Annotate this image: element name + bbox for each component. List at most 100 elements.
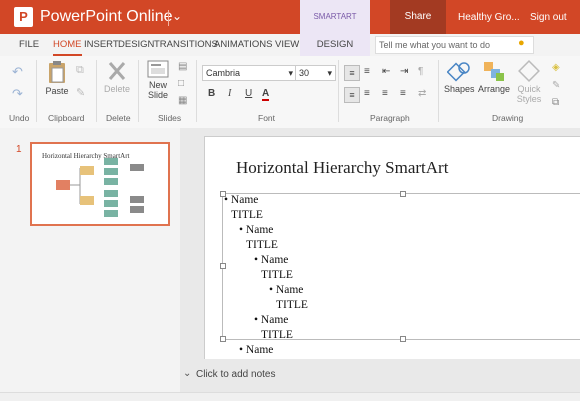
chevron-down-icon: ▾: [288, 68, 293, 78]
tab-insert[interactable]: INSERT: [84, 34, 119, 56]
shapes-icon: [447, 62, 470, 82]
lightbulb-icon: ●: [518, 37, 525, 49]
bullet-title-line[interactable]: TITLE: [261, 329, 293, 341]
shape-outline-icon[interactable]: ✎: [552, 80, 560, 91]
font-name-select[interactable]: Cambria ▾: [202, 65, 297, 81]
font-name-value: Cambria: [206, 68, 241, 78]
rtl-icon[interactable]: ¶: [418, 66, 423, 77]
tab-home[interactable]: HOME: [53, 34, 82, 56]
app-title[interactable]: PowerPoint Online: [40, 8, 173, 26]
arrange-button[interactable]: Arrange: [477, 60, 511, 94]
bullet-name-line[interactable]: • Name: [269, 284, 303, 296]
chevron-down-icon: ▾: [327, 68, 332, 78]
bullet-text: Name: [245, 224, 274, 236]
bullet-dot: •: [224, 194, 231, 206]
quick-styles-icon: [518, 60, 540, 82]
bullet-text: Name: [245, 344, 274, 356]
underline-button[interactable]: U: [245, 88, 252, 99]
shapes-button[interactable]: Shapes: [444, 60, 475, 94]
format-painter-icon[interactable]: ✎: [76, 86, 85, 99]
delete-button[interactable]: Delete: [102, 60, 132, 94]
smartart-tools-header: SMARTART TOOLS: [300, 0, 370, 55]
tab-file[interactable]: FILE: [19, 34, 39, 56]
bold-button[interactable]: B: [208, 88, 215, 99]
new-slide-icon: [147, 60, 169, 78]
bullet-dot: •: [269, 284, 276, 296]
bullet-text: Name: [275, 284, 304, 296]
text-direction-icon[interactable]: ⇄: [418, 88, 426, 99]
slide-title[interactable]: Horizontal Hierarchy SmartArt: [236, 158, 448, 178]
numbering-icon[interactable]: ≡: [364, 66, 370, 77]
tab-smartart-design[interactable]: DESIGN: [300, 34, 370, 56]
group-divider: [138, 60, 139, 122]
thumbnail-title: Horizontal Hierarchy SmartArt: [42, 152, 130, 160]
duplicate-slide-icon[interactable]: □: [178, 78, 184, 89]
bullet-title-line[interactable]: TITLE: [231, 209, 263, 221]
increase-indent-icon[interactable]: ⇥: [400, 66, 408, 77]
bullet-text: TITLE: [276, 299, 308, 311]
group-divider: [196, 60, 197, 122]
sign-out-link[interactable]: Sign out: [530, 12, 567, 23]
clipboard-icon: [49, 61, 65, 83]
notes-placeholder[interactable]: Click to add notes: [196, 369, 276, 380]
font-size-select[interactable]: 30 ▾: [295, 65, 336, 81]
paste-button[interactable]: Paste: [44, 60, 70, 96]
bullet-name-line[interactable]: • Name: [254, 254, 288, 266]
align-right-icon[interactable]: ≡: [382, 88, 388, 99]
tell-me-input[interactable]: Tell me what you want to do: [375, 36, 534, 54]
title-divider: [168, 10, 169, 26]
bullet-title-line[interactable]: TITLE: [276, 299, 308, 311]
chevron-down-icon[interactable]: ⌄: [183, 368, 191, 379]
arrange-icon: [484, 62, 504, 81]
justify-icon[interactable]: ≡: [400, 88, 406, 99]
font-group-label: Font: [258, 113, 276, 123]
tab-design[interactable]: DESIGN: [118, 34, 154, 56]
font-color-button[interactable]: A: [262, 88, 270, 101]
font-size-value: 30: [299, 68, 310, 78]
delete-label: Delete: [103, 84, 130, 94]
slides-group-label: Slides: [158, 113, 182, 123]
bullets-icon[interactable]: ≡: [344, 65, 360, 81]
undo-group-label: Undo: [9, 113, 30, 123]
quick-styles-button[interactable]: Quick Styles: [513, 60, 545, 104]
bullet-title-line[interactable]: TITLE: [246, 239, 278, 251]
tab-view[interactable]: VIEW: [275, 34, 299, 56]
duplicate-icon[interactable]: ⧉: [552, 97, 559, 108]
slide-number: 1: [16, 144, 22, 155]
document-name[interactable]: Healthy Gro...: [458, 12, 520, 23]
resize-handle[interactable]: [400, 191, 406, 197]
align-center-icon[interactable]: ≡: [364, 88, 370, 99]
resize-handle[interactable]: [220, 336, 226, 342]
bullet-name-line[interactable]: • Name: [254, 314, 288, 326]
new-slide-button[interactable]: New Slide: [144, 60, 172, 100]
bullet-name-line[interactable]: • Name: [224, 194, 258, 206]
group-divider: [36, 60, 37, 122]
tab-transitions[interactable]: TRANSITIONS: [154, 34, 218, 56]
bullet-text: TITLE: [231, 209, 263, 221]
share-button[interactable]: Share: [390, 0, 446, 34]
resize-handle[interactable]: [220, 263, 226, 269]
redo-icon[interactable]: ↷: [12, 86, 23, 102]
resize-handle[interactable]: [400, 336, 406, 342]
undo-icon[interactable]: ↶: [12, 64, 23, 80]
chevron-down-icon[interactable]: ⌄: [172, 9, 182, 23]
bullet-name-line[interactable]: • Name: [239, 224, 273, 236]
bullet-text: Name: [230, 194, 259, 206]
align-left-icon[interactable]: ≡: [344, 87, 360, 103]
copy-icon[interactable]: ⧉: [76, 64, 84, 77]
hide-slide-icon[interactable]: ▦: [178, 95, 187, 106]
group-divider: [438, 60, 439, 122]
new-slide-line1: New: [148, 80, 167, 90]
bullet-title-line[interactable]: TITLE: [261, 269, 293, 281]
decrease-indent-icon[interactable]: ⇤: [382, 66, 390, 77]
italic-button[interactable]: I: [228, 88, 231, 99]
bullet-name-line[interactable]: • Name: [239, 344, 273, 356]
shape-fill-icon[interactable]: ◈: [552, 62, 560, 73]
bullet-text: Name: [260, 254, 289, 266]
delete-group-label: Delete: [106, 113, 131, 123]
new-slide-line2: Slide: [147, 90, 168, 100]
powerpoint-logo-icon[interactable]: P: [14, 7, 33, 27]
paste-label: Paste: [45, 86, 69, 96]
layout-icon[interactable]: ▤: [178, 61, 187, 72]
tab-animations[interactable]: ANIMATIONS: [214, 34, 272, 56]
